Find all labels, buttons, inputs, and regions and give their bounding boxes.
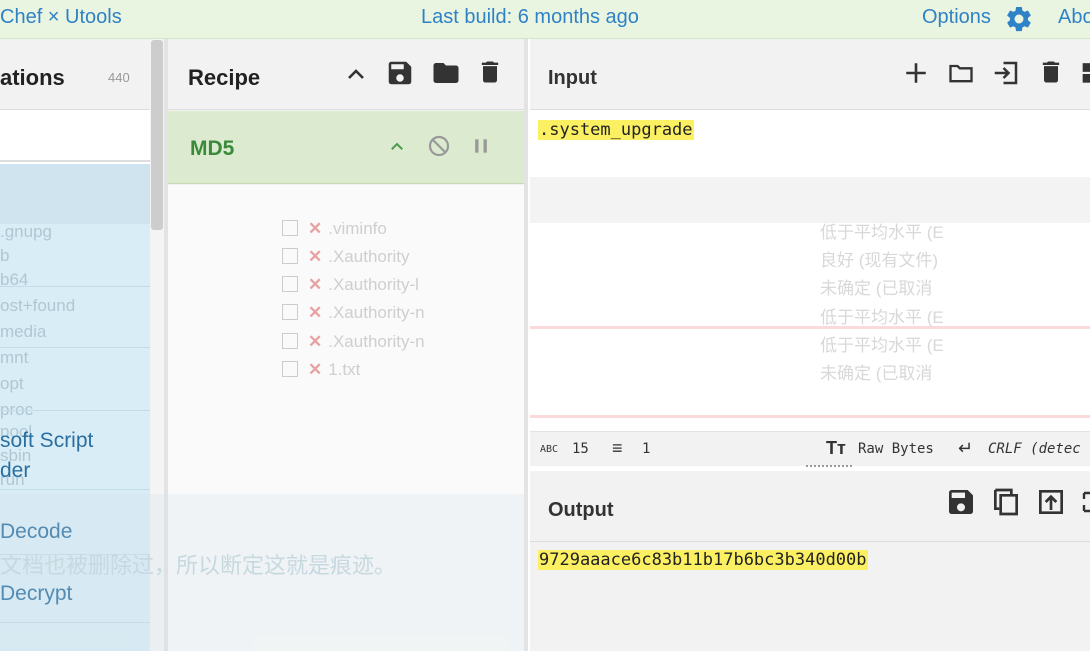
- operations-search-input[interactable]: [0, 110, 150, 162]
- output-title: Output: [548, 499, 614, 521]
- input-encoding[interactable]: Raw Bytes: [858, 441, 934, 457]
- ghost-highlight-box: [530, 326, 1090, 418]
- text-encoding-icon: Tт: [826, 438, 846, 458]
- chevron-up-icon[interactable]: [387, 138, 407, 156]
- pause-icon[interactable]: [471, 135, 491, 157]
- ghost-file-row: ✕ .Xauthority: [282, 247, 410, 267]
- operations-count: 440: [108, 70, 130, 85]
- ghost-status: 低于平均水平 (E: [820, 308, 944, 327]
- ghost-text: media: [0, 322, 47, 341]
- save-icon[interactable]: [945, 486, 977, 518]
- ghost-file-row: ✕ .Xauthority-n: [282, 332, 425, 352]
- input-lines: 1: [642, 441, 651, 457]
- last-build-label: Last build: 6 months ago: [421, 6, 639, 28]
- recipe-title: Recipe: [188, 65, 261, 90]
- ghost-text: ost+found: [0, 296, 76, 315]
- about-link[interactable]: Abo: [1058, 6, 1090, 29]
- io-panel: Input .system_upgrade 低于平均水平 (E 良好 (现有文件…: [530, 39, 1090, 651]
- operations-scrollbar[interactable]: [151, 40, 163, 230]
- ghost-file-row: ✕ .viminfo: [282, 219, 387, 239]
- ghost-status: 良好 (现有文件): [820, 251, 939, 270]
- folder-icon[interactable]: [430, 58, 462, 88]
- recipe-header: Recipe: [168, 39, 524, 110]
- recipe-operation-name: MD5: [190, 137, 235, 160]
- save-icon[interactable]: [385, 58, 415, 88]
- ghost-text: mnt: [0, 348, 29, 367]
- chevron-up-icon[interactable]: [344, 63, 368, 87]
- copy-icon[interactable]: [990, 485, 1022, 519]
- output-text: 9729aaace6c83b11b17b6bc3b340d00b: [538, 550, 868, 570]
- trash-icon[interactable]: [476, 57, 504, 87]
- input-title: Input: [548, 67, 597, 89]
- input-textarea[interactable]: .system_upgrade 低于平均水平 (E 良好 (现有文件) 未确定 …: [530, 110, 1090, 431]
- ghost-caption: 文档也被删除过，所以断定这就是痕迹。: [0, 553, 397, 578]
- ghost-file-row: ✕ .Xauthority-l: [282, 275, 419, 295]
- output-textarea[interactable]: 9729aaace6c83b11b17b6bc3b340d00b: [530, 542, 1090, 651]
- gear-icon[interactable]: [1004, 4, 1034, 34]
- recipe-operation-md5[interactable]: MD5: [168, 111, 524, 184]
- operations-title: ations: [0, 65, 65, 90]
- input-length: 15: [572, 441, 589, 457]
- plus-icon[interactable]: [903, 60, 929, 86]
- operation-item[interactable]: soft Script: [0, 429, 93, 453]
- input-status-bar: ABC 15 ≡ 1 Tт Raw Bytes ↵ CRLF (detec: [530, 431, 1090, 466]
- ghost-status: 未确定 (已取消: [820, 279, 933, 298]
- app-title: Chef × Utools: [0, 6, 122, 28]
- operations-category-header[interactable]: [0, 164, 150, 224]
- eol-icon: ↵: [958, 438, 974, 458]
- replace-input-icon[interactable]: [1035, 486, 1067, 518]
- ghost-text: .gnupg: [0, 222, 52, 241]
- divider: [0, 286, 150, 287]
- input-eol[interactable]: CRLF (detec: [988, 441, 1081, 457]
- input-text: .system_upgrade: [538, 120, 694, 140]
- operations-header: ations 440: [0, 39, 150, 110]
- layout-icon[interactable]: [1080, 61, 1090, 87]
- lines-icon: ≡: [612, 438, 623, 458]
- maximise-icon[interactable]: [1082, 487, 1090, 517]
- ghost-file-row: ✕ .Xauthority-n: [282, 303, 425, 323]
- open-folder-icon[interactable]: [945, 59, 977, 87]
- ghost-band: [530, 177, 1090, 223]
- ghost-text: b: [0, 246, 10, 265]
- ghost-file-row: ✕ 1.txt: [282, 360, 360, 380]
- operation-item[interactable]: der: [0, 459, 30, 483]
- trash-icon[interactable]: [1037, 57, 1065, 87]
- ghost-text: opt: [0, 374, 24, 393]
- column-splitter[interactable]: [524, 39, 528, 651]
- ghost-text: b64: [0, 270, 29, 289]
- divider: [0, 410, 150, 411]
- output-header: Output: [530, 471, 1090, 542]
- input-header: Input: [530, 39, 1090, 110]
- file-import-icon[interactable]: [989, 58, 1023, 88]
- divider: [0, 489, 150, 490]
- top-banner: Chef × Utools Last build: 6 months ago O…: [0, 0, 1090, 39]
- length-icon: ABC: [540, 444, 559, 455]
- disable-icon[interactable]: [427, 134, 451, 158]
- options-link[interactable]: Options: [922, 6, 991, 29]
